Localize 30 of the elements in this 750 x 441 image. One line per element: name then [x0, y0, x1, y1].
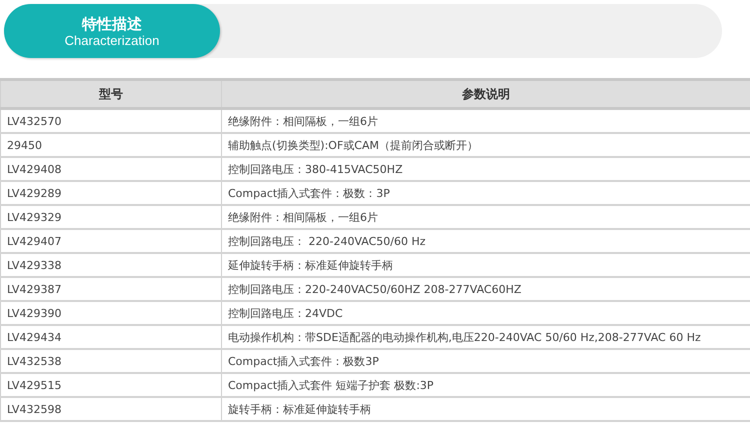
table-cell: Compact插入式套件：极数3P	[222, 349, 750, 373]
table-cell: 控制回路电压：380-415VAC50HZ	[222, 157, 750, 181]
table-cell: LV432538	[0, 349, 222, 373]
table-cell: LV429407	[0, 229, 222, 253]
table-cell: 控制回路电压：24VDC	[222, 301, 750, 325]
table-cell: LV429408	[0, 157, 222, 181]
section-subtitle: Characterization	[64, 32, 160, 48]
table-cell: 绝缘附件：相间隔板，一组6片	[222, 205, 750, 229]
table-cell: Compact插入式套件 短端子护套 极数:3P	[222, 373, 750, 397]
table-cell: LV429515	[0, 373, 222, 397]
table-cell: LV429387	[0, 277, 222, 301]
column-header: 型号	[0, 80, 222, 108]
table-cell: LV429338	[0, 253, 222, 277]
table-cell: LV429329	[0, 205, 222, 229]
table-cell: LV432598	[0, 397, 222, 421]
table-cell: LV429390	[0, 301, 222, 325]
table-cell: 旋转手柄：标准延伸旋转手柄	[222, 397, 750, 421]
table-cell: 辅助触点(切换类型):OF或CAM（提前闭合或断开）	[222, 133, 750, 157]
table-cell: 电动操作机构：带SDE适配器的电动操作机构,电压220-240VAC 50/60 Hz,208-277VAC 60 Hz	[222, 325, 750, 349]
table-cell: 延伸旋转手柄：标准延伸旋转手柄	[222, 253, 750, 277]
table-cell: Compact插入式套件：极数：3P	[222, 181, 750, 205]
table-cell: 控制回路电压： 220-240VAC50/60 Hz	[222, 229, 750, 253]
table-cell: LV429289	[0, 181, 222, 205]
table-cell: LV432570	[0, 108, 222, 133]
table-cell: 控制回路电压：220-240VAC50/60HZ 208-277VAC60HZ	[222, 277, 750, 301]
section-title: 特性描述	[82, 14, 142, 32]
table-cell: 绝缘附件：相间隔板，一组6片	[222, 108, 750, 133]
table-cell: 29450	[0, 133, 222, 157]
table-cell: LV429434	[0, 325, 222, 349]
column-header: 参数说明	[222, 80, 750, 108]
